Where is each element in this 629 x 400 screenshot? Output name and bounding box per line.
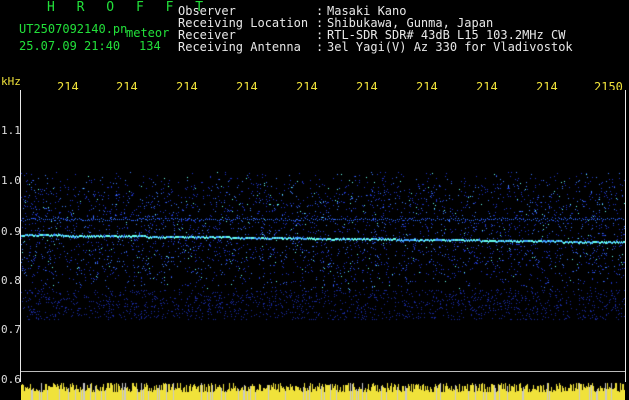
y-tick-label: 1.1 bbox=[1, 124, 21, 137]
signal-level-bars bbox=[21, 382, 625, 400]
meta-value-antenna: 3el Yagi(V) Az 330 for Vladivostok bbox=[327, 40, 573, 54]
y-tick-label: 0.7 bbox=[1, 323, 21, 336]
plot-baseline bbox=[21, 371, 625, 372]
plot-left-border bbox=[20, 90, 21, 382]
meteor-count: 134 bbox=[139, 39, 161, 53]
y-tick-label: 0.6 bbox=[1, 373, 21, 386]
y-tick-label: 1.0 bbox=[1, 174, 21, 187]
y-tick-label: 0.9 bbox=[1, 225, 21, 238]
meta-colon: : bbox=[316, 40, 324, 54]
spectrogram-plot bbox=[21, 90, 625, 382]
y-tick-label: 0.8 bbox=[1, 274, 21, 287]
y-axis-unit: kHz bbox=[1, 75, 21, 88]
hrofft-spectrogram-window: H R O F F T UT2507092140.pn meteor 25.07… bbox=[0, 0, 629, 400]
plot-right-border bbox=[625, 90, 626, 382]
file-name: UT2507092140.pn bbox=[19, 22, 128, 36]
file-suffix: meteor bbox=[126, 26, 170, 40]
date-time: 25.07.09 21:40 bbox=[19, 39, 121, 53]
meta-label-antenna: Receiving Antenna bbox=[178, 40, 301, 54]
